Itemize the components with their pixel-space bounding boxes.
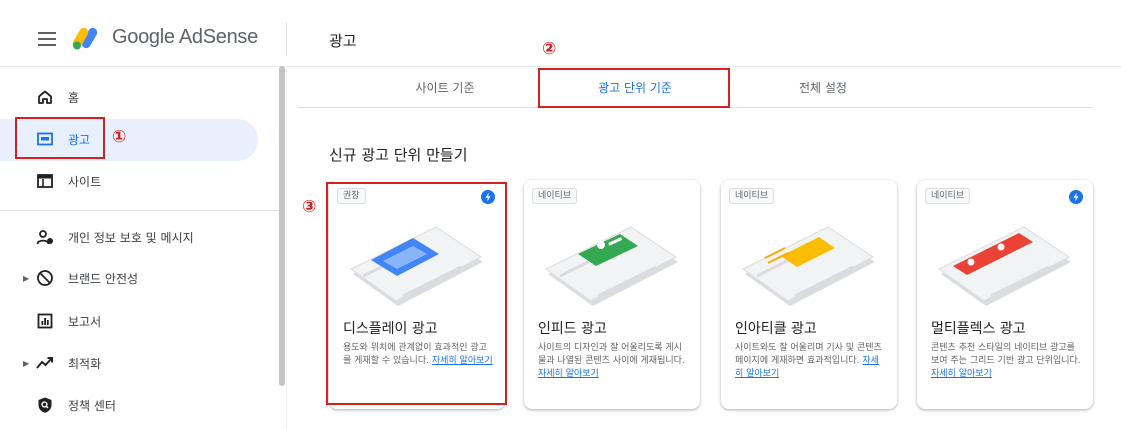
card-multiplex-ads[interactable]: 네이티브 멀티플렉스 광고 콘텐츠 추천 스타일의 네이티브 광고를 보여 주는…	[917, 180, 1093, 409]
sidebar-item-label: 사이트	[68, 174, 102, 189]
adsense-logo-icon	[72, 27, 98, 50]
in-feed-ad-illustration	[545, 226, 678, 306]
reports-icon	[37, 313, 53, 329]
annotation-number-3: ③	[302, 197, 317, 217]
sidebar-item-brand-safety[interactable]: ▶ 브랜드 안전성	[0, 258, 270, 298]
main-menu-icon[interactable]	[38, 32, 56, 46]
sidebar-item-label: 보고서	[68, 314, 102, 329]
sites-icon	[37, 174, 53, 188]
sidebar-item-label: 개인 정보 보호 및 메시지	[68, 230, 194, 245]
card-in-article-ads[interactable]: 네이티브 인아티클 광고 사이트와도 잘 어울리며 기사 및 콘텐츠 페이지에 …	[721, 180, 897, 409]
section-title: 신규 광고 단위 만들기	[329, 146, 468, 164]
card-title: 멀티플렉스 광고	[931, 321, 1026, 337]
native-chip: 네이티브	[925, 188, 971, 204]
native-chip: 네이티브	[532, 188, 578, 204]
card-in-feed-ads[interactable]: 네이티브 인피드 광고 사이트의 디자인과 잘 어울리도록 게시물과 나열된 콘…	[524, 180, 700, 409]
sidebar-item-label: 홈	[68, 90, 80, 105]
sidebar-item-home[interactable]: 홈	[0, 77, 270, 117]
multiplex-ad-illustration	[938, 226, 1071, 306]
sidebar-scrollbar[interactable]	[279, 66, 285, 386]
page-title: 광고	[329, 32, 357, 50]
app-name: Google AdSense	[112, 26, 258, 48]
learn-more-link[interactable]: 자세히 알아보기	[931, 369, 992, 379]
sidebar-item-label: 브랜드 안전성	[68, 271, 139, 286]
home-icon	[38, 90, 52, 104]
header-divider-line	[0, 66, 1121, 67]
expand-caret-icon[interactable]: ▶	[23, 359, 29, 368]
card-description: 콘텐츠 추천 스타일의 네이티브 광고를 보여 주는 그리드 기반 광고 단위입…	[931, 343, 1081, 379]
tab-overall-settings[interactable]: 전체 설정	[728, 70, 918, 106]
annotation-number-1: ①	[112, 127, 127, 147]
header-divider	[286, 22, 287, 56]
sidebar-item-privacy[interactable]: 개인 정보 보호 및 메시지	[0, 217, 270, 257]
card-title: 인아티클 광고	[735, 321, 817, 337]
annotation-box-2	[538, 68, 730, 108]
sidebar-item-optimization[interactable]: ▶ 최적화	[0, 343, 270, 383]
sidebar-divider	[0, 210, 280, 211]
card-title: 인피드 광고	[538, 321, 607, 337]
tab-by-site[interactable]: 사이트 기준	[350, 70, 540, 106]
annotation-number-2: ②	[542, 39, 557, 59]
policy-shield-icon	[38, 397, 52, 413]
card-description: 사이트와도 잘 어울리며 기사 및 콘텐츠 페이지에 게재하면 효과적입니다. …	[735, 343, 882, 379]
native-chip: 네이티브	[729, 188, 775, 204]
privacy-icon	[36, 230, 53, 245]
bolt-icon	[1069, 190, 1083, 204]
sidebar-item-sites[interactable]: 사이트	[0, 161, 270, 201]
trending-up-icon	[36, 357, 53, 369]
sidebar-item-label: 최적화	[68, 356, 102, 371]
annotation-box-1	[15, 117, 105, 159]
card-description: 사이트의 디자인과 잘 어울리도록 게시물과 나열된 콘텐츠 사이에 게재됩니다…	[538, 343, 685, 379]
in-article-ad-illustration	[742, 226, 875, 306]
learn-more-link[interactable]: 자세히 알아보기	[538, 369, 599, 379]
annotation-box-3	[326, 182, 507, 405]
sidebar-item-policy-center[interactable]: 정책 센터	[0, 385, 270, 425]
content-divider	[286, 66, 287, 430]
expand-caret-icon[interactable]: ▶	[23, 274, 29, 283]
sidebar-item-reports[interactable]: 보고서	[0, 301, 270, 341]
block-icon	[37, 270, 53, 286]
sidebar-item-label: 정책 센터	[68, 398, 116, 413]
